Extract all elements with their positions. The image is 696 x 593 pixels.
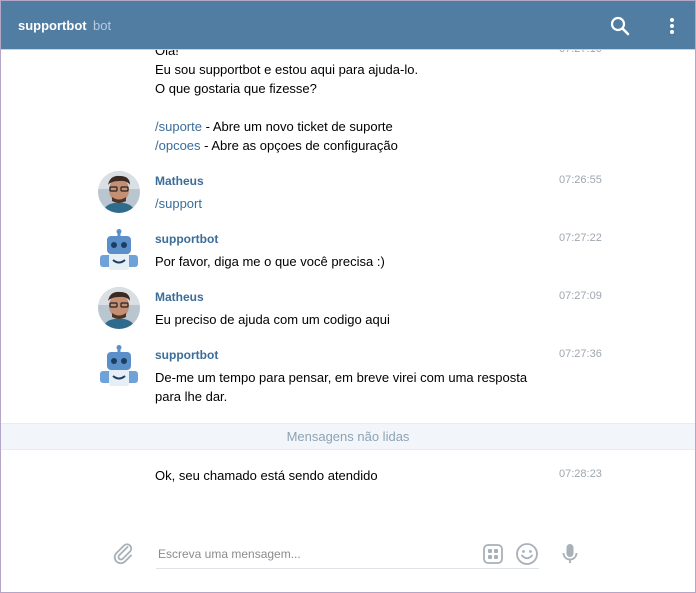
message-text: Ok, seu chamado está sendo atendido: [155, 468, 378, 483]
message-text: Eu preciso de ajuda com um codigo aqui: [155, 312, 390, 327]
search-icon[interactable]: [609, 15, 631, 37]
message-author[interactable]: Matheus: [155, 290, 204, 304]
message-text: Olá! Eu sou supportbot e estou aqui para…: [155, 41, 535, 155]
message-text: Por favor, diga me o que você precisa :): [155, 254, 385, 269]
message-line: O que gostaria que fizesse?: [155, 81, 317, 96]
chat-subtitle: bot: [93, 18, 112, 33]
attach-icon[interactable]: [111, 541, 135, 565]
bot-commands-icon[interactable]: [481, 542, 505, 566]
chat-header: supportbot bot: [1, 1, 695, 50]
message-time: 07:27:09: [559, 290, 602, 302]
user-avatar[interactable]: [98, 287, 140, 329]
message-time: 07:27:36: [559, 348, 602, 360]
message-time: 07:27:22: [559, 232, 602, 244]
message-history[interactable]: 07:27:10 Olá! Eu sou supportbot e estou …: [1, 1, 695, 521]
unread-messages-divider: Mensagens não lidas: [1, 423, 695, 450]
command-line: /opcoes - Abre as opçoes de configuração: [155, 136, 535, 155]
chat-title[interactable]: supportbot: [18, 18, 87, 33]
message-author[interactable]: supportbot: [155, 348, 218, 362]
message-line: Eu sou supportbot e estou aqui para ajud…: [155, 62, 419, 77]
command-line: /suporte - Abre um novo ticket de suport…: [155, 117, 535, 136]
message-text: De-me um tempo para pensar, em breve vir…: [155, 370, 528, 404]
robot-avatar-icon[interactable]: [98, 229, 140, 271]
message-author[interactable]: supportbot: [155, 232, 218, 246]
message-time: 07:28:23: [559, 468, 602, 480]
message-author[interactable]: Matheus: [155, 174, 204, 188]
user-avatar[interactable]: [98, 171, 140, 213]
chat-window: 07:27:10 Olá! Eu sou supportbot e estou …: [0, 0, 696, 593]
message-text[interactable]: /support: [155, 194, 535, 213]
message-time: 07:26:55: [559, 174, 602, 186]
command-description: - Abre as opçoes de configuração: [200, 138, 398, 153]
command-link-suporte[interactable]: /suporte: [155, 119, 202, 134]
more-vert-icon[interactable]: [661, 15, 683, 37]
robot-avatar-icon[interactable]: [98, 345, 140, 387]
command-description: - Abre um novo ticket de suporte: [201, 119, 393, 134]
emoji-icon[interactable]: [515, 542, 539, 566]
command-link-opcoes[interactable]: /opcoes: [155, 138, 201, 153]
message-composer: [1, 531, 695, 581]
mic-icon[interactable]: [558, 542, 582, 566]
